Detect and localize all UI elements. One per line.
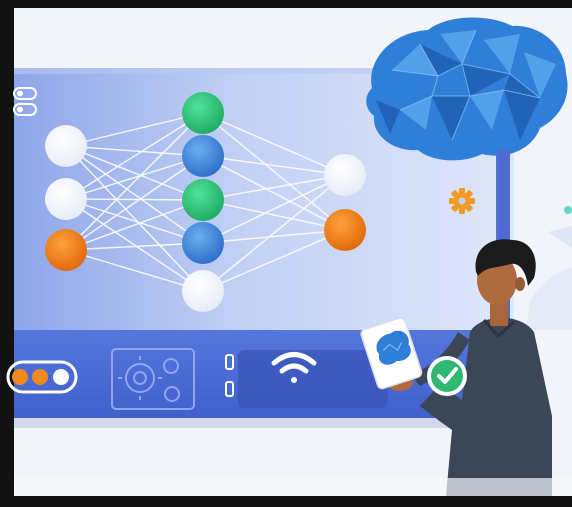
check-icon bbox=[427, 356, 467, 396]
scene-svg bbox=[0, 0, 572, 507]
illustration bbox=[0, 0, 572, 507]
hidden-node-4 bbox=[182, 222, 224, 264]
output-node-1 bbox=[324, 154, 366, 196]
toggle-knob-bottom bbox=[17, 106, 23, 113]
input-node-1 bbox=[45, 125, 87, 167]
accent-dot bbox=[564, 206, 572, 214]
hidden-node-3 bbox=[182, 179, 224, 221]
toggle-dot-3 bbox=[53, 369, 69, 385]
input-node-3 bbox=[45, 229, 87, 271]
toggle-dot-2 bbox=[32, 369, 48, 385]
hidden-node-5 bbox=[182, 270, 224, 312]
toggle-knob-top bbox=[17, 90, 23, 97]
input-node-2 bbox=[45, 178, 87, 220]
bottom-fade bbox=[14, 478, 572, 496]
hidden-node-2 bbox=[182, 135, 224, 177]
output-node-2 bbox=[324, 209, 366, 251]
status-panel bbox=[238, 350, 388, 408]
toggle-dot-1 bbox=[12, 369, 28, 385]
gear-icon bbox=[449, 188, 475, 214]
hidden-node-1 bbox=[182, 92, 224, 134]
